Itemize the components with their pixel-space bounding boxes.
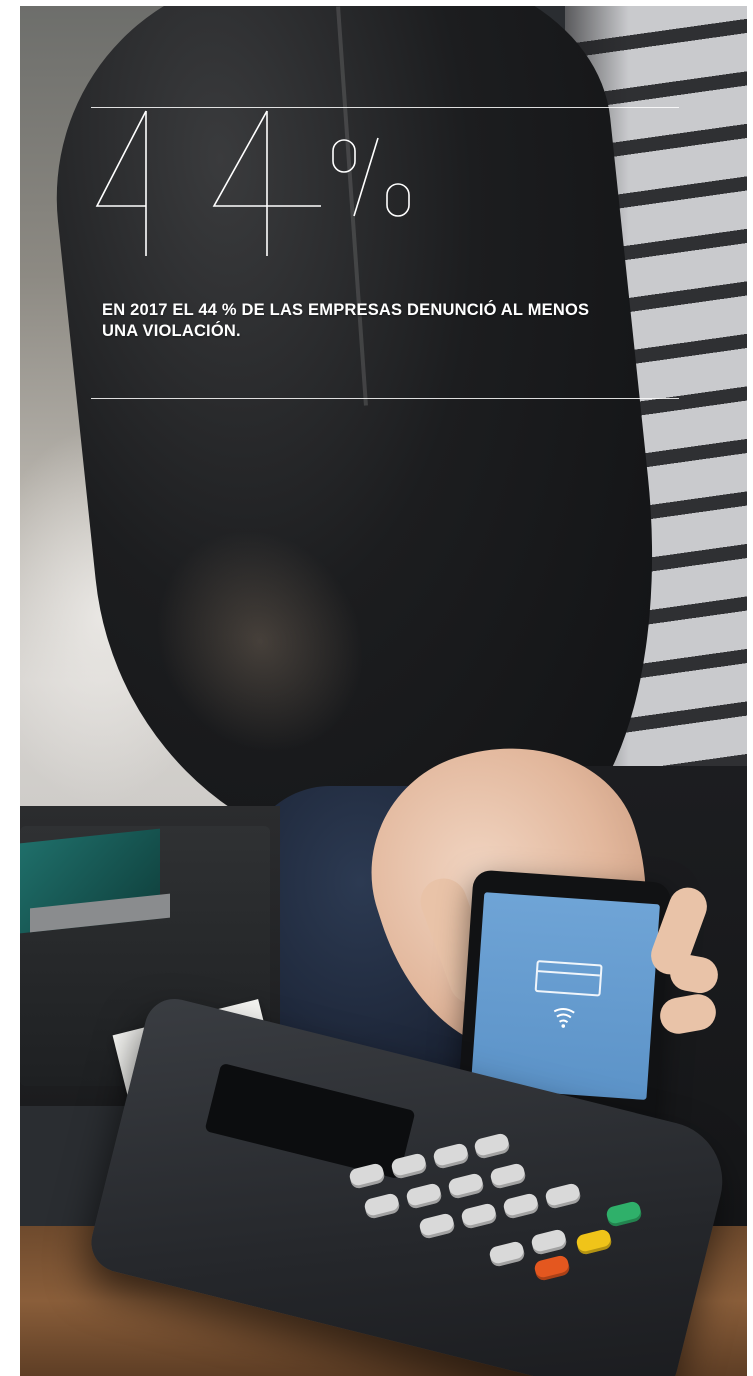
- bottom-divider: [91, 398, 679, 399]
- stat-number-graphic: [95, 110, 321, 256]
- percent-sign-graphic: [332, 137, 410, 217]
- infographic-page: 44 % EN 2017 EL 44 % DE LAS EMPRESAS DEN…: [20, 6, 747, 1376]
- phone-screen: [470, 892, 660, 1100]
- contactless-icon: [543, 1001, 585, 1034]
- stat-caption: EN 2017 EL 44 % DE LAS EMPRESAS DENUNCIÓ…: [102, 301, 590, 340]
- card-icon: [534, 960, 603, 997]
